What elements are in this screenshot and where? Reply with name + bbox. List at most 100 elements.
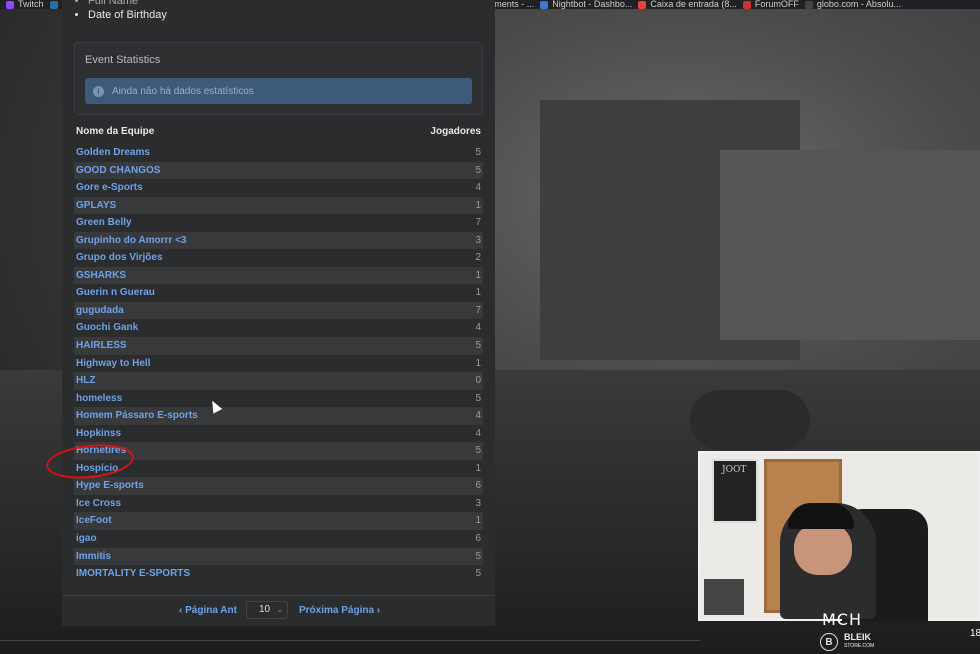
table-row: GPLAYS 1	[74, 196, 483, 215]
table-row: Grupinho do Amorrr <3 3	[74, 231, 483, 250]
brand-line-1: BLEIK	[844, 632, 871, 642]
player-count: 1	[475, 515, 481, 527]
team-name-link[interactable]: Homem Pássaro E-sports	[76, 410, 198, 421]
team-name-link[interactable]: Green Belly	[76, 217, 132, 228]
brand-text: BLEIK STORE.COM	[844, 633, 874, 651]
no-stats-alert: i Ainda não há dados estatísticos	[85, 78, 472, 104]
table-row: Hype E-sports 6	[74, 477, 483, 495]
table-row: Green Belly 7	[74, 214, 483, 232]
player-count: 3	[475, 497, 481, 509]
per-page-value: 10	[259, 604, 271, 615]
no-stats-text: Ainda não há dados estatísticos	[112, 85, 254, 97]
webcam-shelf	[704, 579, 744, 615]
table-row: igao 6	[74, 530, 483, 548]
team-name-link[interactable]: Grupo dos Virjões	[76, 252, 163, 263]
table-row: Highway to Hell 1	[74, 355, 483, 373]
teams-table-header: Nome da Equipe Jogadores	[76, 126, 481, 140]
table-row: Hopkinss 4	[74, 425, 483, 443]
bottom-strip	[0, 640, 700, 654]
bookmark-label: ForumOFF	[754, 0, 799, 9]
background-building	[720, 150, 980, 340]
team-name-link[interactable]: Immitis	[76, 551, 111, 562]
bookmark-label: Nightbot - Dashbo...	[552, 0, 633, 9]
team-name-link[interactable]: HAIRLESS	[76, 340, 127, 351]
table-row: Ice Cross 3	[74, 495, 483, 513]
team-name-link[interactable]: GOOD CHANGOS	[76, 165, 160, 176]
team-name-link[interactable]: IceFoot	[76, 515, 112, 526]
streamer-face	[794, 523, 852, 575]
sponsor-brand: B BLEIK STORE.COM	[820, 632, 874, 652]
event-panel: Full Name Date of Birthday Event Statist…	[62, 0, 495, 626]
next-page-link[interactable]: Próxima Página ›	[299, 605, 380, 616]
bookmark-favicon-icon	[638, 0, 647, 9]
previous-page-link[interactable]: ‹ Página Ant	[179, 605, 237, 616]
table-row: Guochi Gank 4	[74, 319, 483, 337]
player-count: 6	[475, 533, 481, 545]
team-name-link[interactable]: Gore e-Sports	[76, 182, 143, 193]
bookmark-favicon-icon	[49, 0, 58, 9]
team-name-link[interactable]: Ice Cross	[76, 498, 121, 509]
bookmark-label: Caixa de entrada (8...	[650, 0, 737, 9]
player-count: 5	[475, 164, 481, 176]
profile-field-list: Full Name Date of Birthday	[76, 0, 167, 22]
brand-line-2: STORE.COM	[844, 643, 875, 649]
player-count: 5	[475, 550, 481, 562]
bookmark-favicon-icon	[742, 0, 751, 9]
webcam-overlay: JOOT	[698, 451, 980, 621]
team-name-link[interactable]: igao	[76, 533, 97, 544]
team-name-link[interactable]: Hopkinss	[76, 428, 121, 439]
player-count: 5	[475, 568, 481, 580]
bookmark-item[interactable]: Caixa de entrada (8...	[638, 0, 737, 9]
event-statistics-card: Event Statistics i Ainda não há dados es…	[74, 42, 483, 115]
team-name-link[interactable]: GSHARKS	[76, 270, 126, 281]
table-row: Immitis 5	[74, 547, 483, 566]
team-name-link[interactable]: Hype E-sports	[76, 480, 144, 491]
bleik-logo-icon: B	[820, 633, 838, 651]
background-pipe	[690, 390, 810, 450]
table-row: Golden Dreams 5	[74, 144, 483, 162]
player-count: 4	[475, 410, 481, 422]
player-count: 1	[475, 462, 481, 474]
table-row: homeless 5	[74, 390, 483, 408]
bookmark-favicon-icon	[804, 0, 813, 9]
player-count: 4	[475, 427, 481, 439]
player-count: 5	[475, 392, 481, 404]
player-count: 5	[475, 445, 481, 457]
bookmark-favicon-icon	[6, 0, 14, 9]
teams-table: Golden Dreams 5 GOOD CHANGOS 5 Gore e-Sports…	[74, 144, 483, 583]
team-name-link[interactable]: Grupinho do Amorrr <3	[76, 235, 186, 246]
player-count: 4	[475, 182, 481, 194]
table-row: Hospício 1	[74, 460, 483, 478]
team-name-link[interactable]: homeless	[76, 393, 122, 404]
table-row: gugudada 7	[74, 301, 483, 320]
bookmark-item[interactable]: ForumOFF	[742, 0, 799, 9]
info-icon: i	[93, 85, 104, 97]
field-date-of-birthday: Date of Birthday	[88, 8, 167, 22]
table-row: Grupo dos Virjões 2	[74, 249, 483, 267]
bookmark-label: globo.com - Absolu...	[816, 0, 901, 9]
table-row: Guerin n Guerau 1	[74, 284, 483, 302]
player-count: 5	[475, 340, 481, 352]
player-count: 1	[475, 287, 481, 299]
team-name-link[interactable]: Guochi Gank	[76, 322, 138, 333]
column-team-name[interactable]: Nome da Equipe	[76, 126, 154, 137]
table-row: GSHARKS 1	[74, 266, 483, 285]
table-row: HLZ 0	[74, 372, 483, 390]
per-page-select[interactable]: 10 ⌄	[246, 601, 288, 619]
team-name-link[interactable]: IMORTALITY E-SPORTS	[76, 568, 190, 579]
column-players[interactable]: Jogadores	[430, 126, 481, 137]
bookmark-item[interactable]: globo.com - Absolu...	[804, 0, 901, 9]
table-row: IceFoot 1	[74, 512, 483, 531]
player-count: 3	[475, 234, 481, 246]
team-name-link[interactable]: Highway to Hell	[76, 358, 150, 369]
table-row: Gore e-Sports 4	[74, 179, 483, 197]
team-name-link[interactable]: Golden Dreams	[76, 147, 150, 158]
player-count: 6	[475, 480, 481, 492]
bookmark-item[interactable]: Nightbot - Dashbo...	[540, 0, 632, 9]
bookmark-item[interactable]: Twitch	[6, 0, 44, 9]
team-name-link[interactable]: GPLAYS	[76, 200, 116, 211]
team-name-link[interactable]: gugudada	[76, 305, 124, 316]
team-name-link[interactable]: Guerin n Guerau	[76, 287, 155, 298]
team-name-link[interactable]: HLZ	[76, 375, 95, 386]
field-full-name: Full Name	[88, 0, 167, 8]
